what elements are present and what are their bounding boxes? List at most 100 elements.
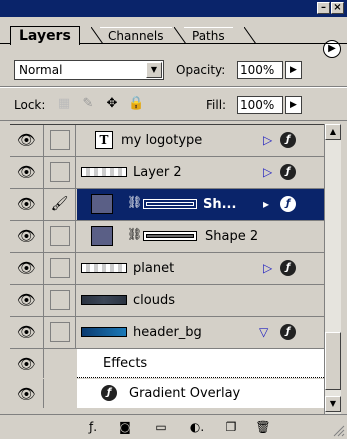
bottom-toolbar: ƒ. ◙ ▭ ◐. ❐ 🗑 <box>0 414 347 439</box>
eye-icon[interactable]: 👁 <box>10 253 44 284</box>
layer-row[interactable]: 👁 clouds <box>10 285 324 317</box>
layer-thumbnail <box>81 263 127 273</box>
tab-bar: Layers Channels Paths ▶ <box>0 17 347 58</box>
eye-icon[interactable]: 👁 <box>10 317 44 348</box>
blend-mode-select[interactable]: Normal ▼ <box>14 60 164 80</box>
layer-row[interactable]: 👁 T my logotype ▷ ƒ <box>10 125 324 157</box>
lock-label: Lock: <box>14 98 46 112</box>
layer-name: clouds <box>133 293 175 308</box>
fill-label: Fill: <box>206 98 227 112</box>
layer-main[interactable]: header_bg ▽ ƒ <box>77 317 324 348</box>
layer-style-icon: ƒ <box>280 196 296 212</box>
link-cell[interactable] <box>44 253 76 284</box>
layer-main[interactable]: clouds <box>77 285 324 316</box>
effect-item-main[interactable]: ƒ Gradient Overlay <box>77 379 324 408</box>
expand-effects-icon[interactable]: ▷ <box>263 133 272 147</box>
link-cell[interactable] <box>44 221 76 252</box>
layer-main[interactable]: planet ▷ ƒ <box>77 253 324 284</box>
mask-link-icon: ⛓ <box>127 195 143 209</box>
layer-name: Sh... <box>203 197 237 212</box>
link-cell[interactable] <box>44 125 76 156</box>
layer-style-icon: ƒ <box>280 324 296 340</box>
scroll-up-button[interactable]: ▲ <box>325 124 341 140</box>
layer-row[interactable]: 👁 Layer 2 ▷ ƒ <box>10 157 324 189</box>
layer-thumbnail <box>81 295 127 305</box>
vector-mask-thumbnail <box>143 199 197 209</box>
layer-main[interactable]: T my logotype ▷ ƒ <box>77 125 324 156</box>
tab-paths[interactable]: Paths <box>184 27 233 44</box>
layers-scrollbar[interactable]: ▲ ▼ <box>324 124 341 414</box>
effect-item-row[interactable]: 👁 ƒ Gradient Overlay <box>10 379 324 408</box>
tab-channels[interactable]: Channels <box>100 27 172 44</box>
layer-name: my logotype <box>121 133 203 148</box>
lock-pixels-icon[interactable]: ✎ <box>80 96 96 112</box>
new-layer-icon[interactable]: ❐ <box>222 419 240 435</box>
layer-thumbnail <box>91 194 113 214</box>
scroll-thumb[interactable] <box>325 332 341 390</box>
effects-row[interactable]: 👁 Effects <box>10 349 324 378</box>
minimize-button[interactable]: – <box>317 2 330 14</box>
new-group-icon[interactable]: ▭ <box>152 419 170 435</box>
eye-icon[interactable]: 👁 <box>10 349 44 378</box>
chevron-down-icon[interactable]: ▼ <box>146 62 162 78</box>
layer-name: Shape 2 <box>205 229 259 244</box>
brush-icon[interactable]: 🖌 <box>44 189 76 220</box>
effects-main[interactable]: Effects <box>77 349 324 378</box>
layer-thumbnail <box>81 327 127 337</box>
opacity-slider-button[interactable]: ▶ <box>285 61 302 79</box>
eye-icon[interactable]: 👁 <box>10 379 44 408</box>
eye-icon[interactable]: 👁 <box>10 285 44 316</box>
layer-main[interactable]: ⛓ Sh... ▸ ƒ <box>77 189 324 220</box>
lock-position-icon[interactable]: ✥ <box>104 96 120 112</box>
eye-icon[interactable]: 👁 <box>10 221 44 252</box>
trash-icon[interactable]: 🗑 <box>254 419 272 435</box>
divider <box>0 120 347 121</box>
link-cell[interactable] <box>44 157 76 188</box>
add-mask-icon[interactable]: ◙ <box>116 419 134 435</box>
layers-list: 👁 T my logotype ▷ ƒ 👁 Layer 2 ▷ ƒ 👁 🖌 ⛓ … <box>10 124 324 414</box>
eye-icon[interactable]: 👁 <box>10 189 44 220</box>
expand-effects-icon[interactable]: ▷ <box>263 261 272 275</box>
link-cell[interactable] <box>44 285 76 316</box>
scroll-down-button[interactable]: ▼ <box>325 396 341 412</box>
layer-main[interactable]: Layer 2 ▷ ƒ <box>77 157 324 188</box>
effects-spacer <box>44 349 76 378</box>
layer-thumbnail <box>91 226 113 246</box>
layer-thumbnail <box>81 167 127 177</box>
expand-effects-icon[interactable]: ▸ <box>263 197 269 211</box>
layer-row-selected[interactable]: 👁 🖌 ⛓ Sh... ▸ ƒ <box>10 189 324 221</box>
layer-style-icon: ƒ <box>280 132 296 148</box>
layer-row[interactable]: 👁 header_bg ▽ ƒ <box>10 317 324 349</box>
layer-name: Layer 2 <box>133 165 182 180</box>
blend-row: Normal ▼ Opacity: 100% ▶ <box>0 55 347 83</box>
layer-style-icon: ƒ <box>101 385 117 401</box>
fill-input[interactable]: 100% <box>237 96 283 114</box>
resize-grip-icon[interactable] <box>333 425 345 437</box>
tab-divider-icon <box>244 27 256 44</box>
layer-name: planet <box>133 261 175 276</box>
layer-main[interactable]: ⛓ Shape 2 <box>77 221 324 252</box>
lock-transparency-icon[interactable]: ▦ <box>56 96 72 112</box>
eye-icon[interactable]: 👁 <box>10 125 44 156</box>
new-adjustment-layer-icon[interactable]: ◐. <box>188 419 206 435</box>
vector-mask-thumbnail <box>143 231 197 241</box>
divider <box>0 87 347 88</box>
layer-row[interactable]: 👁 planet ▷ ƒ <box>10 253 324 285</box>
text-layer-icon: T <box>95 131 113 149</box>
tab-layers[interactable]: Layers <box>10 26 80 45</box>
expand-effects-icon[interactable]: ▷ <box>263 165 272 179</box>
opacity-input[interactable]: 100% <box>237 61 283 79</box>
add-layer-style-icon[interactable]: ƒ. <box>84 419 102 435</box>
effect-item-label: Gradient Overlay <box>129 386 241 401</box>
collapse-effects-icon[interactable]: ▽ <box>259 325 268 339</box>
eye-icon[interactable]: 👁 <box>10 157 44 188</box>
link-cell[interactable] <box>44 317 76 348</box>
fill-slider-button[interactable]: ▶ <box>285 96 302 114</box>
blend-mode-value: Normal <box>19 63 63 77</box>
opacity-label: Opacity: <box>176 63 226 77</box>
layer-style-icon: ƒ <box>280 164 296 180</box>
lock-all-icon[interactable]: 🔒 <box>128 96 144 112</box>
layer-name: header_bg <box>133 325 202 340</box>
close-button[interactable]: × <box>331 2 344 14</box>
layer-row[interactable]: 👁 ⛓ Shape 2 <box>10 221 324 253</box>
